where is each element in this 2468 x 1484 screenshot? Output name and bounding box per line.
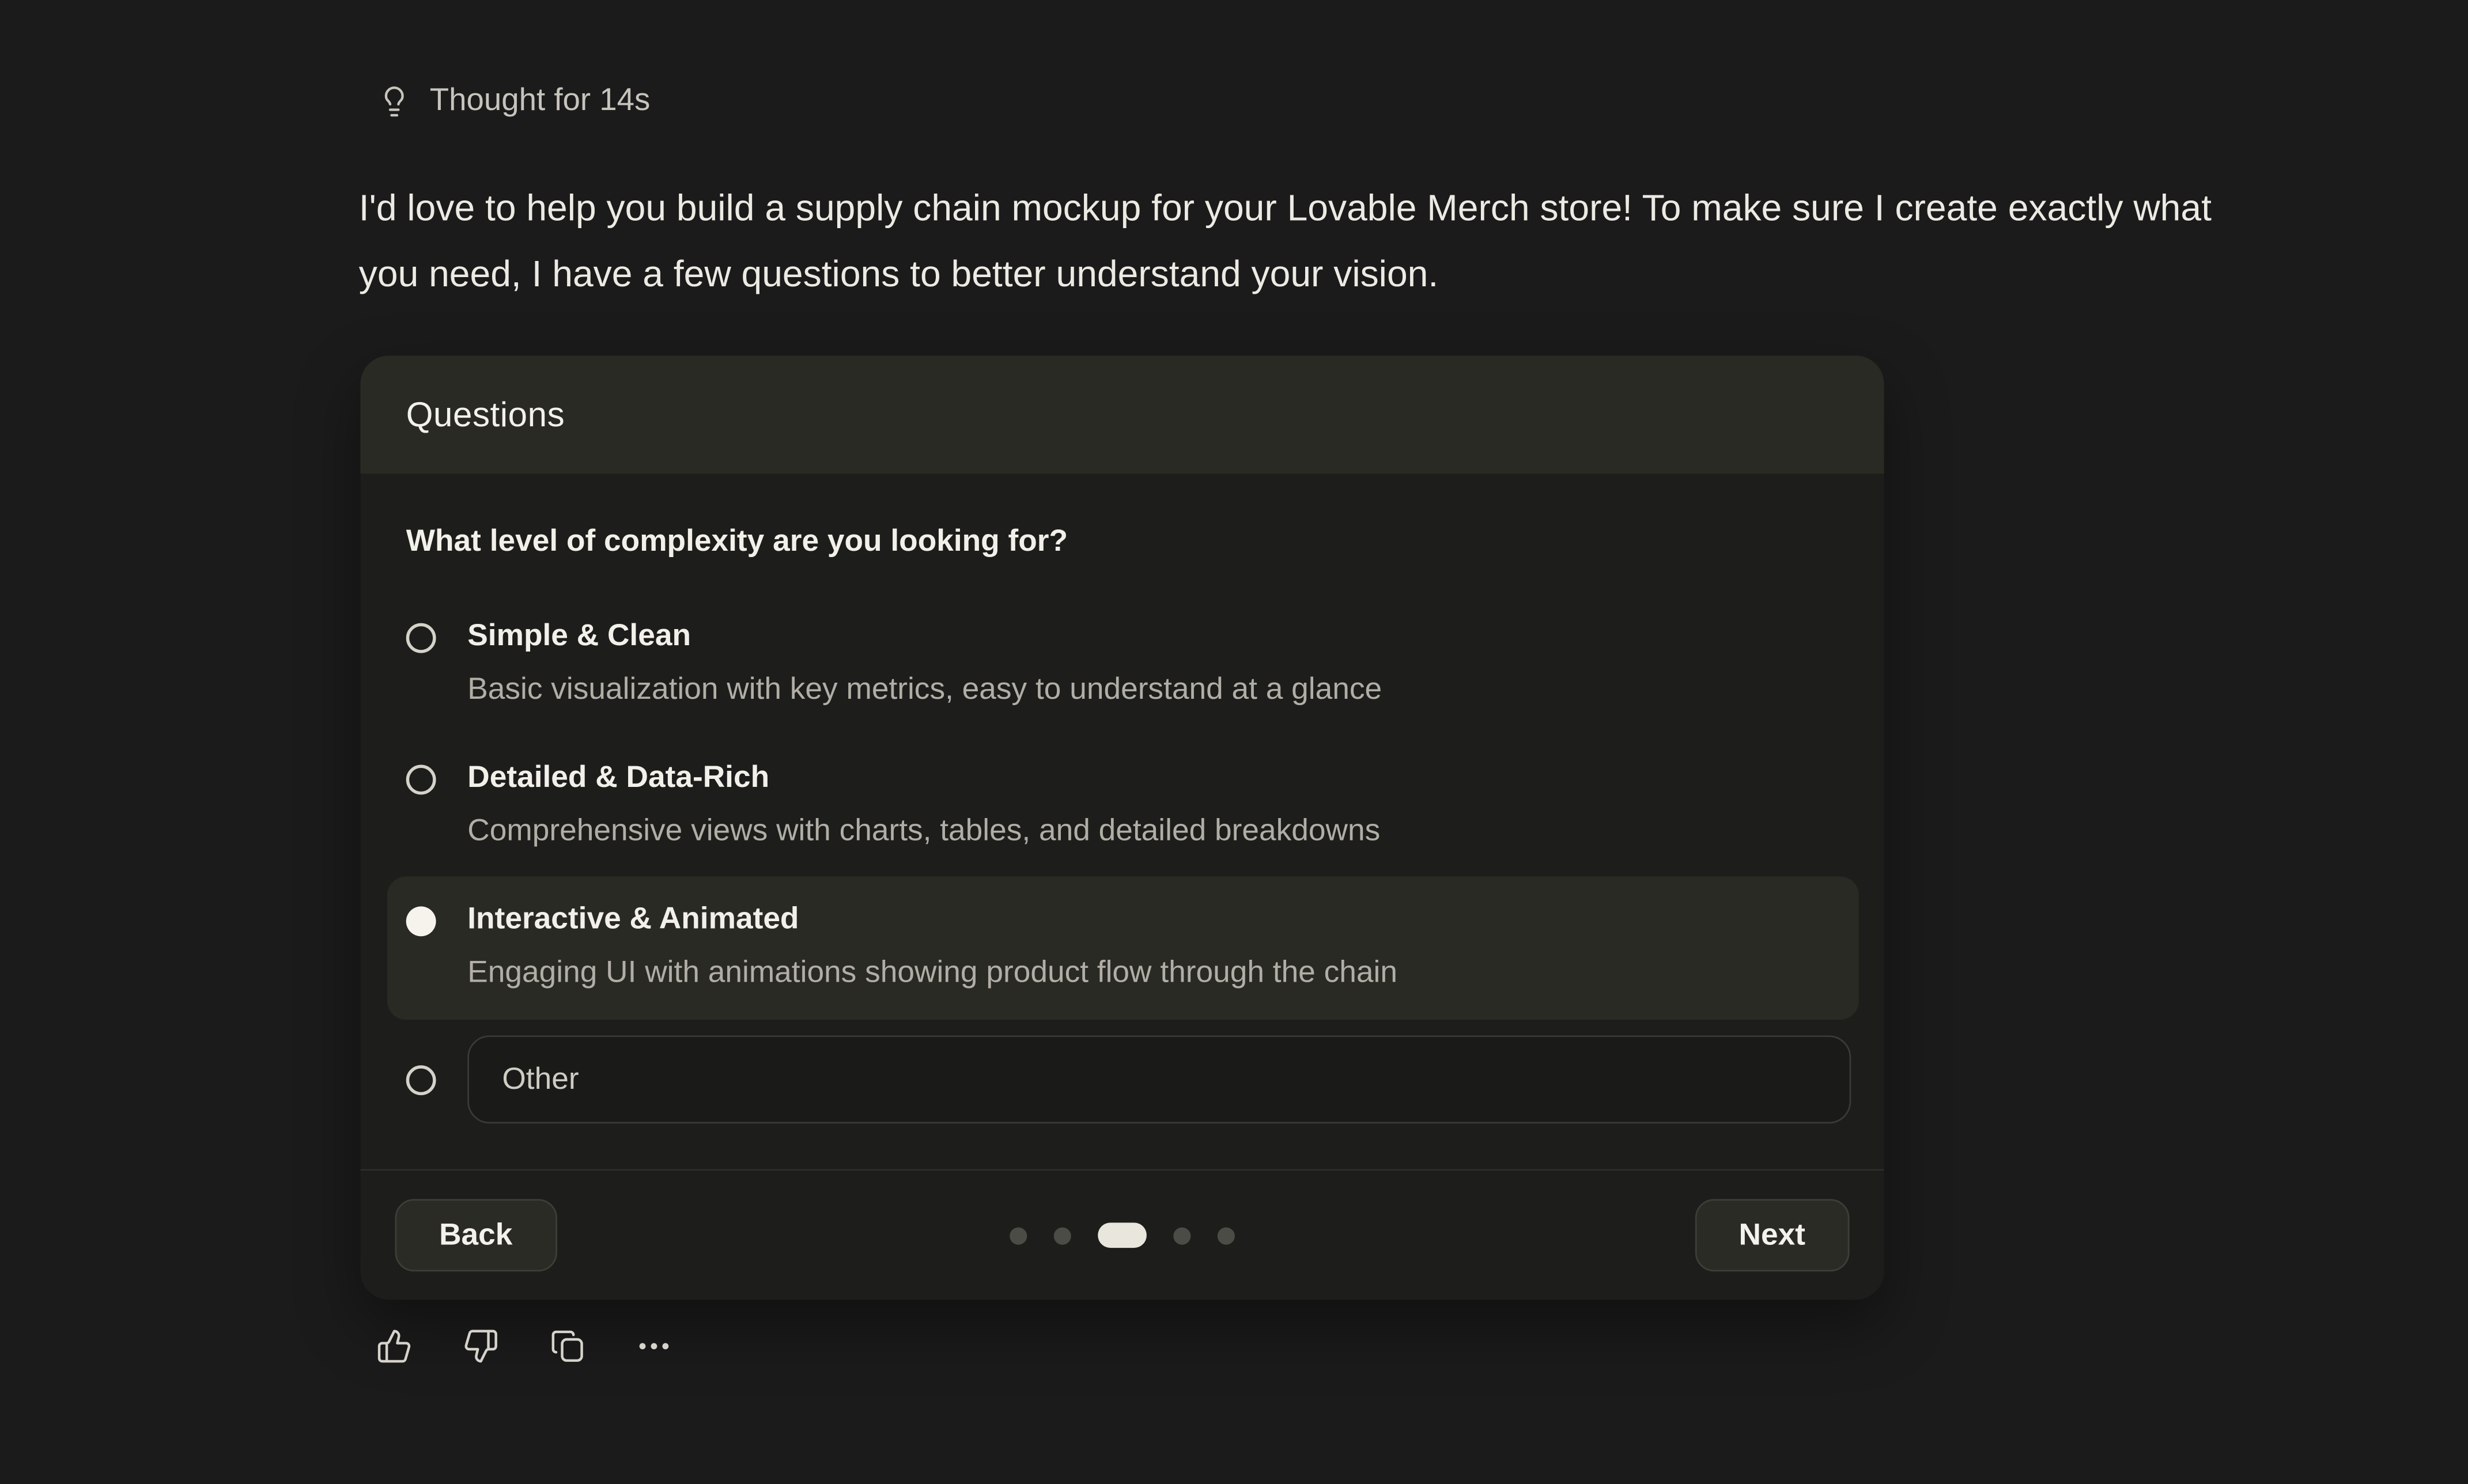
option-simple-clean[interactable]: Simple & Clean Basic visualization with …: [361, 611, 1884, 716]
option-description: Basic visualization with key metrics, ea…: [467, 662, 1382, 716]
questions-card: Questions What level of complexity are y…: [361, 355, 1884, 1300]
radio-unselected-icon[interactable]: [406, 1065, 436, 1095]
card-title: Questions: [406, 394, 565, 435]
other-input[interactable]: [467, 1035, 1851, 1123]
card-header: Questions: [361, 355, 1884, 474]
pagination-dot: [1054, 1226, 1071, 1244]
thought-label: Thought for 14s: [430, 82, 651, 121]
thumbs-up-icon: [375, 1327, 411, 1364]
option-other[interactable]: [361, 1035, 1884, 1123]
pagination-dot: [1010, 1226, 1027, 1244]
card-footer: Back Next: [361, 1169, 1884, 1300]
option-detailed-data-rich[interactable]: Detailed & Data-Rich Comprehensive views…: [361, 752, 1884, 858]
radio-unselected-icon[interactable]: [406, 623, 436, 653]
back-button[interactable]: Back: [395, 1199, 557, 1271]
radio-unselected-icon[interactable]: [406, 765, 436, 795]
thumbs-down-button[interactable]: [456, 1322, 504, 1369]
radio-selected-icon[interactable]: [406, 906, 436, 936]
copy-icon: [549, 1327, 585, 1364]
pagination-dot: [1218, 1226, 1235, 1244]
option-description: Engaging UI with animations showing prod…: [467, 946, 1397, 1000]
question-text: What level of complexity are you looking…: [406, 523, 1839, 562]
assistant-message: I'd love to help you build a supply chai…: [359, 175, 2213, 306]
more-options-button[interactable]: [630, 1322, 677, 1369]
pagination-dots: [1010, 1222, 1235, 1248]
thumbs-down-icon: [462, 1327, 498, 1364]
option-description: Comprehensive views with charts, tables,…: [467, 804, 1380, 858]
copy-button[interactable]: [543, 1322, 590, 1369]
ellipsis-icon: [633, 1326, 672, 1365]
option-label: Detailed & Data-Rich: [467, 752, 1380, 804]
chat-page: Thought for 14s I'd love to help you bui…: [0, 0, 2468, 1484]
thought-toggle[interactable]: Thought for 14s: [378, 82, 651, 121]
option-interactive-animated[interactable]: Interactive & Animated Engaging UI with …: [387, 876, 1859, 1020]
option-label: Interactive & Animated: [467, 894, 1397, 945]
pagination-dot: [1173, 1226, 1190, 1244]
pagination-dot-active: [1098, 1222, 1147, 1248]
option-label: Simple & Clean: [467, 611, 1382, 662]
thumbs-up-button[interactable]: [370, 1322, 417, 1369]
next-button[interactable]: Next: [1695, 1199, 1849, 1271]
lightbulb-icon: [378, 82, 411, 121]
message-actions: [370, 1322, 677, 1369]
card-body: What level of complexity are you looking…: [361, 474, 1884, 1123]
